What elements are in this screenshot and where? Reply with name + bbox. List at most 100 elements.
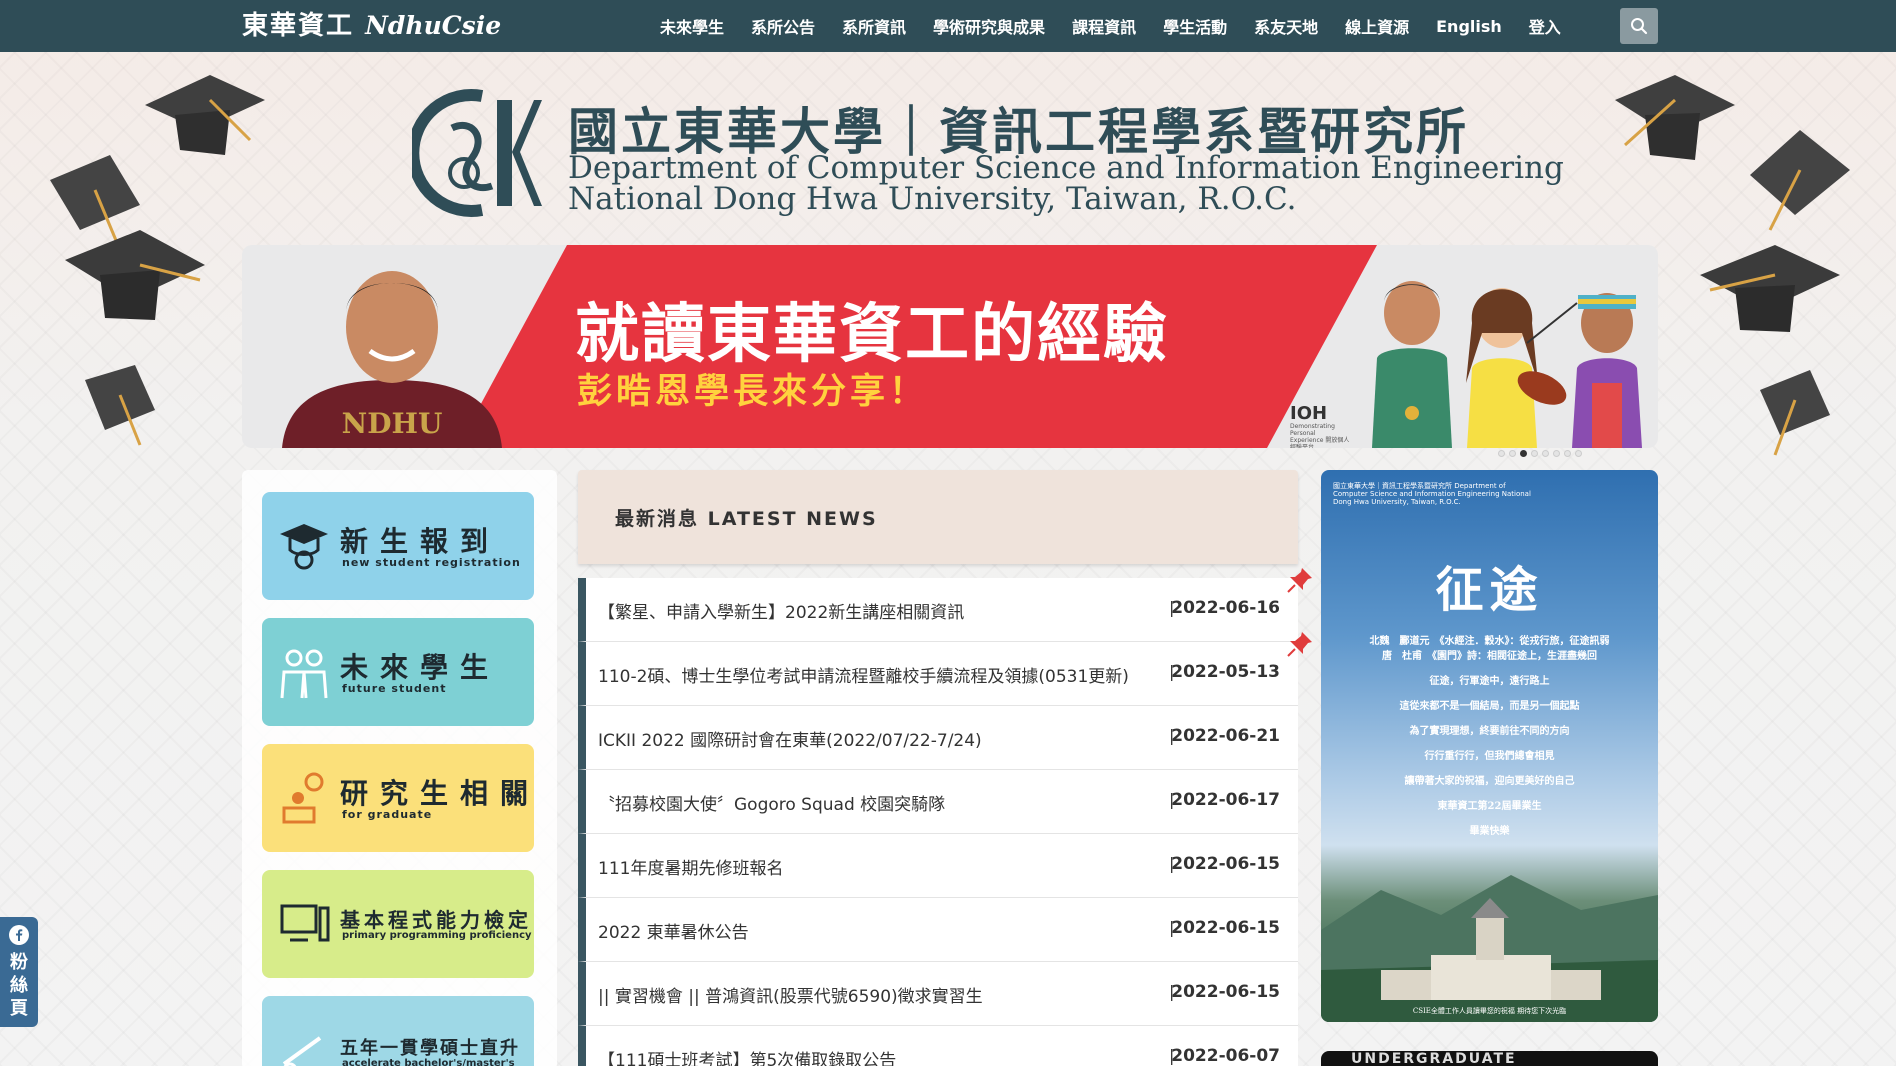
carousel-dot[interactable] — [1542, 450, 1549, 457]
poster-footer: CSIE全體工作人員讀畢您的祝福 期待您下次光臨 — [1412, 1007, 1567, 1015]
nav-item-research[interactable]: 學術研究與成果 — [933, 14, 1045, 38]
graduation-cap-icon — [60, 220, 210, 330]
news-item[interactable]: 2022 東華暑休公告 | 2022-06-15 — [578, 898, 1298, 962]
news-item[interactable]: 【繁星、申請入學新生】2022新生講座相關資訊 | 2022-06-16 — [578, 568, 1312, 642]
graduation-cap-icon — [1600, 55, 1740, 165]
news-item-title[interactable]: 【111碩士班考試】第5次備取錄取公告 — [598, 1046, 1168, 1066]
nav-item-online-resources[interactable]: 線上資源 — [1345, 14, 1409, 38]
news-item-title[interactable]: ICKII 2022 國際研討會在東華(2022/07/22-7/24) — [598, 726, 1168, 751]
graduation-cap-icon — [140, 55, 270, 165]
facebook-fanpage-tab[interactable]: 粉絲頁 — [0, 917, 38, 1027]
news-item-date: 2022-06-16 — [1171, 598, 1280, 618]
telescope-icon — [282, 1036, 322, 1066]
news-item[interactable]: 111年度暑期先修班報名 | 2022-06-15 — [578, 834, 1298, 898]
nav-item-student-activities[interactable]: 學生活動 — [1163, 14, 1227, 38]
search-icon — [1631, 18, 1648, 35]
student-photo: NDHU — [282, 271, 502, 448]
news-item-date: 2022-06-17 — [1171, 790, 1280, 810]
card-accelerate-bachelors-masters[interactable]: 五年一貫學碩士直升 accelerate bachelor's/master's — [262, 996, 534, 1066]
carousel-dot-active[interactable] — [1520, 450, 1527, 457]
news-item[interactable]: 〝招募校園大使〞Gogoro Squad 校園突騎隊 | 2022-06-17 — [578, 770, 1298, 834]
news-item-title[interactable]: 111年度暑期先修班報名 — [598, 854, 1168, 879]
poster-header: 國立東華大學｜資訊工程學系暨研究所 Department of Computer… — [1333, 482, 1531, 506]
card-title-en: future student — [342, 682, 447, 695]
banner-headline: 就讀東華資工的經驗 — [575, 298, 1169, 372]
news-item[interactable]: ICKII 2022 國際研討會在東華(2022/07/22-7/24) | 2… — [578, 706, 1298, 770]
news-item-date: 2022-06-15 — [1171, 918, 1280, 938]
poster-line: 畢業快樂 — [1469, 826, 1510, 837]
carousel-dot[interactable] — [1553, 450, 1560, 457]
nav-item-alumni[interactable]: 系友天地 — [1254, 14, 1318, 38]
news-item-date: 2022-05-13 — [1171, 662, 1280, 682]
department-header: 國立東華大學｜資訊工程學系暨研究所 Department of Computer… — [412, 88, 1564, 218]
graduation-cap-icon — [1690, 230, 1850, 340]
search-button[interactable] — [1620, 8, 1658, 44]
card-future-student[interactable]: 未來學生 future student — [262, 618, 534, 726]
nav-item-courses[interactable]: 課程資訊 — [1072, 14, 1136, 38]
undergraduate-poster-preview[interactable]: UNDERGRADUATE — [1321, 1051, 1658, 1066]
card-for-graduate[interactable]: 研究生相關 for graduate — [262, 744, 534, 852]
card-title-en: accelerate bachelor's/master's — [342, 1058, 515, 1066]
news-item-date: 2022-06-21 — [1171, 726, 1280, 746]
news-item-title[interactable]: || 實習機會 || 普鴻資訊(股票代號6590)徵求實習生 — [598, 982, 1168, 1007]
computer-icon — [280, 904, 330, 942]
poster-line: 征途，行軍途中，遠行路上 — [1429, 676, 1550, 687]
facebook-fanpage-label: 粉絲頁 — [10, 952, 28, 1019]
campus-illustration — [1321, 875, 1658, 1022]
csie-logo-icon[interactable] — [412, 88, 542, 218]
carousel-dot[interactable] — [1498, 450, 1505, 457]
brand-zh: 東華資工 — [242, 11, 355, 41]
lightbulb-reader-icon — [282, 772, 324, 824]
news-item-title[interactable]: 【繁星、申請入學新生】2022新生講座相關資訊 — [598, 598, 1168, 623]
shirt-logo: NDHU — [342, 407, 443, 440]
graduation-student-icon — [280, 524, 328, 570]
nav-item-english[interactable]: English — [1436, 17, 1502, 36]
quick-links-sidebar: 新生報到 new student registration 未來學生 futur… — [242, 470, 557, 1066]
card-title-zh: 基本程式能力檢定 — [340, 908, 532, 932]
card-title-zh: 未來學生 — [340, 651, 501, 684]
graduation-cap-icon — [1740, 120, 1860, 240]
carousel-dot[interactable] — [1564, 450, 1571, 457]
banner-subline: 彭晧恩學長來分享！ — [577, 372, 929, 412]
nav-item-department-info[interactable]: 系所資訊 — [842, 14, 906, 38]
card-title-zh: 新生報到 — [340, 525, 501, 558]
brand-latin: NdhuCsie — [365, 11, 502, 40]
carousel-dot[interactable] — [1575, 450, 1582, 457]
news-item-title[interactable]: 2022 東華暑休公告 — [598, 918, 1168, 943]
card-title-en: for graduate — [342, 808, 433, 821]
news-item[interactable]: 110-2碩、博士生學位考試申請流程暨離校手續流程及領據(0531更新) | 2… — [578, 632, 1312, 706]
news-item-date: 2022-06-15 — [1171, 982, 1280, 1002]
news-list: 【繁星、申請入學新生】2022新生講座相關資訊 | 2022-06-16 110… — [578, 568, 1312, 1066]
nav-menu: 未來學生 系所公告 系所資訊 學術研究與成果 課程資訊 學生活動 系友天地 線上… — [660, 0, 1588, 52]
nav-item-announcements[interactable]: 系所公告 — [751, 14, 815, 38]
graduation-cap-icon — [80, 360, 160, 450]
card-title-en: new student registration — [342, 556, 521, 569]
site-brand[interactable]: 東華資工 NdhuCsie — [242, 8, 501, 44]
top-navbar: 東華資工 NdhuCsie 未來學生 系所公告 系所資訊 學術研究與成果 課程資… — [0, 0, 1896, 52]
news-item[interactable]: || 實習機會 || 普鴻資訊(股票代號6590)徵求實習生 | 2022-06… — [578, 962, 1298, 1026]
carousel-dot[interactable] — [1531, 450, 1538, 457]
news-item-title[interactable]: 〝招募校園大使〞Gogoro Squad 校園突騎隊 — [598, 790, 1168, 815]
graduation-poster[interactable]: 國立東華大學｜資訊工程學系暨研究所 Department of Computer… — [1321, 470, 1658, 1022]
news-item-date: 2022-06-07 — [1171, 1046, 1280, 1066]
news-item-title[interactable]: 110-2碩、博士生學位考試申請流程暨離校手續流程及領據(0531更新) — [598, 662, 1168, 687]
cartoon-students-illustration — [1372, 281, 1642, 448]
card-title-zh: 五年一貫學碩士直升 — [340, 1038, 520, 1059]
poster-line: 為了實現理想，終要前往不同的方向 — [1409, 726, 1570, 737]
card-primary-programming-proficiency[interactable]: 基本程式能力檢定 primary programming proficiency — [262, 870, 534, 978]
carousel-dot[interactable] — [1509, 450, 1516, 457]
card-title-en: primary programming proficiency — [342, 930, 532, 941]
news-item[interactable]: 【111碩士班考試】第5次備取錄取公告 | 2022-06-07 — [578, 1026, 1298, 1066]
carousel-dots — [1498, 450, 1586, 457]
card-new-student-registration[interactable]: 新生報到 new student registration — [262, 492, 534, 600]
poster-line: 北魏 酈道元 《水經注．穀水》：從戎行旅，征途訊弱 — [1369, 636, 1610, 647]
ioh-subtitle: Demonstrating Personal Experience 開放個人經驗… — [1290, 423, 1350, 448]
nav-item-future-students[interactable]: 未來學生 — [660, 14, 724, 38]
poster-line: 東華資工第22屆畢業生 — [1437, 801, 1542, 812]
card-title-zh: 研究生相關 — [340, 777, 534, 810]
nav-item-login[interactable]: 登入 — [1529, 14, 1561, 38]
poster-title: 征途 — [1435, 562, 1544, 618]
pin-icon — [1287, 568, 1312, 593]
hero-banner[interactable]: NDHU 就讀東華資工的經驗 彭晧恩學長來分享！ IOH Demonstrati… — [242, 245, 1658, 448]
university-title-en: National Dong Hwa University, Taiwan, R.… — [568, 181, 1297, 217]
